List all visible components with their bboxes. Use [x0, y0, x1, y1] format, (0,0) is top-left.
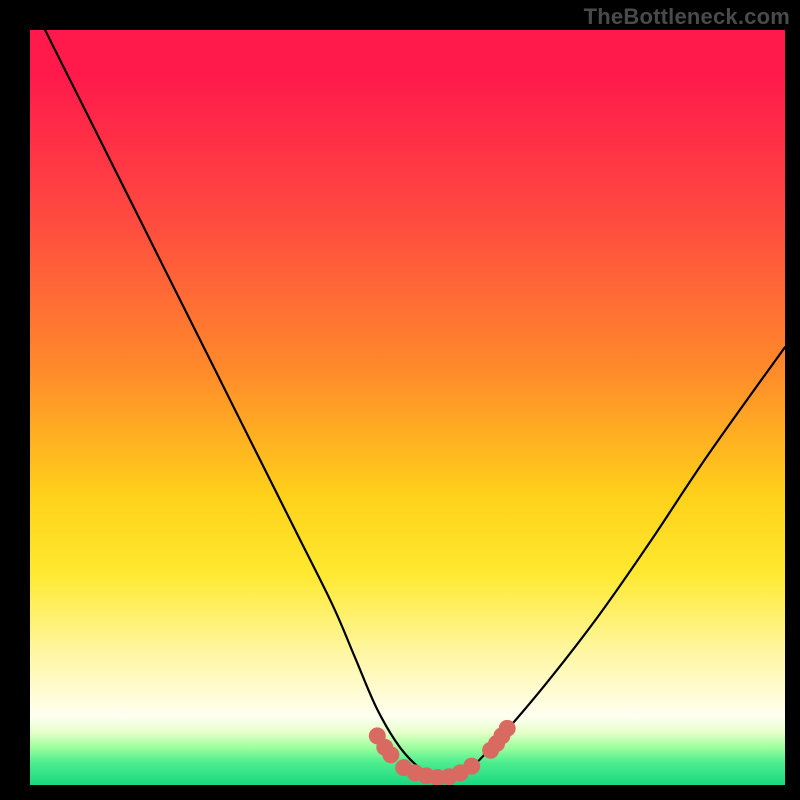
plot-area	[30, 30, 785, 785]
chart-frame: TheBottleneck.com	[0, 0, 800, 800]
highlight-marker	[463, 758, 480, 775]
watermark-text: TheBottleneck.com	[584, 4, 790, 30]
highlight-markers	[369, 720, 516, 785]
highlight-marker	[382, 746, 399, 763]
curve-layer	[30, 30, 785, 785]
bottleneck-curve	[45, 30, 785, 778]
highlight-marker	[499, 720, 516, 737]
